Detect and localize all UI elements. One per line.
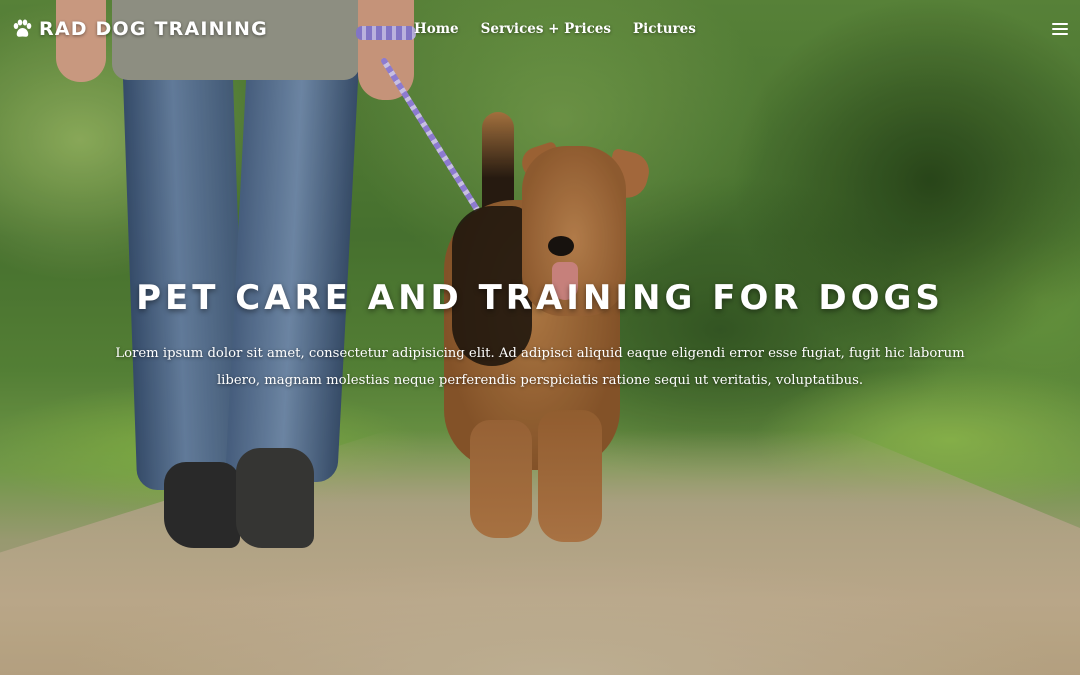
nav-link-pictures[interactable]: Pictures bbox=[633, 21, 696, 37]
nav-link-home[interactable]: Home bbox=[414, 21, 459, 37]
nav-link-services-prices[interactable]: Services + Prices bbox=[481, 21, 611, 37]
brand-logo-link[interactable]: Rad Dog Training bbox=[11, 18, 268, 40]
hamburger-menu-icon[interactable] bbox=[1052, 23, 1068, 37]
hero-content: Pet Care and Training for Dogs Lorem ips… bbox=[60, 278, 1020, 394]
menu-bar-bottom bbox=[1052, 33, 1068, 35]
menu-bar-top bbox=[1052, 23, 1068, 25]
hero-title: Pet Care and Training for Dogs bbox=[136, 278, 944, 318]
brand-name: Rad Dog Training bbox=[39, 18, 268, 40]
menu-bar-middle bbox=[1052, 28, 1068, 30]
hero-description: Lorem ipsum dolor sit amet, consectetur … bbox=[115, 346, 965, 388]
top-navbar: Rad Dog Training Home Services + Prices … bbox=[0, 0, 1080, 62]
nav-links: Home Services + Prices Pictures bbox=[414, 21, 718, 37]
paw-icon bbox=[11, 18, 33, 40]
